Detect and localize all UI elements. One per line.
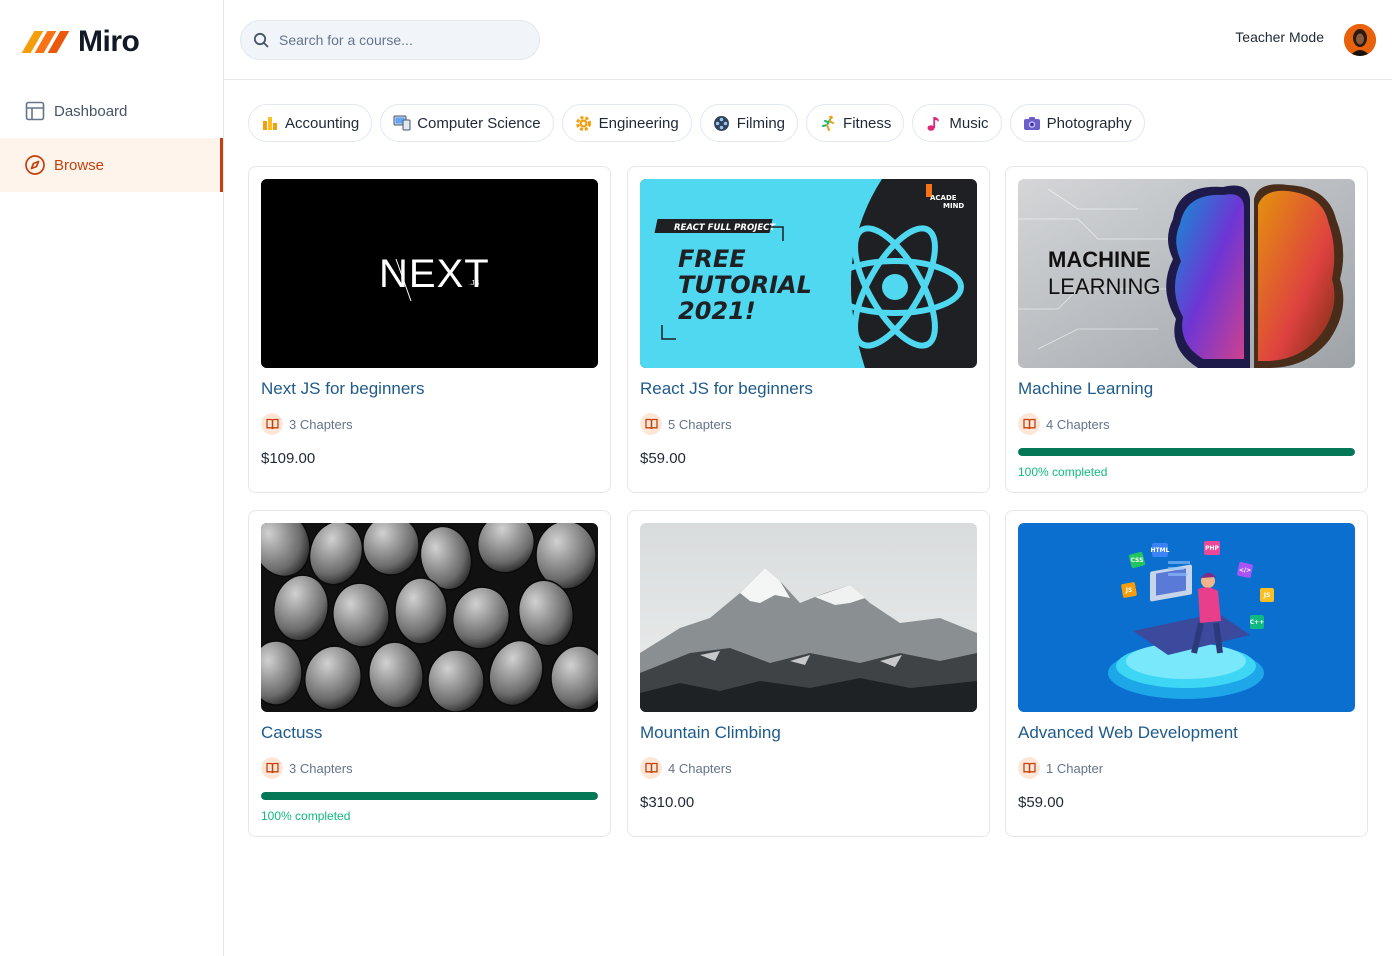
course-price: $59.00 xyxy=(1018,794,1064,811)
category-chip-accounting[interactable]: Accounting xyxy=(248,104,373,142)
book-icon xyxy=(261,757,283,779)
category-label: Fitness xyxy=(843,114,892,132)
course-price: $59.00 xyxy=(640,450,686,467)
book-icon xyxy=(261,413,283,435)
thumb-text: MIND xyxy=(943,202,964,210)
category-chip-filming[interactable]: Filming xyxy=(699,104,799,142)
thumb-text: JS xyxy=(1263,592,1271,599)
thumb-text: .JS xyxy=(469,280,479,287)
course-thumbnail xyxy=(261,523,598,712)
category-label: Photography xyxy=(1046,114,1132,132)
thumb-text: LEARNING xyxy=(1048,274,1160,299)
course-title[interactable]: Machine Learning xyxy=(1018,379,1153,399)
thumb-text: HTML xyxy=(1151,547,1170,554)
course-card[interactable]: REACT FULL PROJECT FREE TUTORIAL 2021! A… xyxy=(627,166,990,493)
chapter-count: 4 Chapters xyxy=(640,757,732,779)
category-chip-engineering[interactable]: Engineering xyxy=(561,104,692,142)
thumb-text: 2021! xyxy=(678,297,756,325)
category-label: Accounting xyxy=(285,114,360,132)
thumb-text: PHP xyxy=(1205,545,1219,552)
chapter-count-text: 1 Chapter xyxy=(1046,760,1104,776)
runner-icon xyxy=(819,114,837,132)
search-icon xyxy=(253,31,271,49)
sidebar-item-dashboard[interactable]: Dashboard xyxy=(0,84,223,138)
film-reel-icon xyxy=(713,114,731,132)
camera-icon xyxy=(1023,114,1041,132)
avatar[interactable] xyxy=(1344,24,1376,56)
chapter-count: 1 Chapter xyxy=(1018,757,1103,779)
logo-text: Miro xyxy=(78,25,140,58)
progress-label: 100% completed xyxy=(1018,465,1108,479)
book-icon xyxy=(640,757,662,779)
course-card[interactable]: NEXT .JS Next JS for beginners 3 Chapter… xyxy=(248,166,611,493)
sidebar: Miro Dashboard Browse xyxy=(0,0,224,956)
logo[interactable]: Miro xyxy=(21,25,140,58)
course-thumbnail: REACT FULL PROJECT FREE TUTORIAL 2021! A… xyxy=(640,179,977,368)
progress-bar xyxy=(1018,448,1355,456)
book-icon xyxy=(640,413,662,435)
category-label: Music xyxy=(949,114,989,132)
thumb-text: ACADE xyxy=(930,194,957,202)
category-chip-photography[interactable]: Photography xyxy=(1009,104,1145,142)
course-card[interactable]: Mountain Climbing 4 Chapters $310.00 xyxy=(627,510,990,837)
course-card[interactable]: MACHINE LEARNING Machine Learning 4 Chap… xyxy=(1005,166,1368,493)
search-box[interactable] xyxy=(240,20,540,60)
thumb-text: FREE xyxy=(678,245,746,273)
sidebar-item-label: Dashboard xyxy=(54,102,128,120)
course-thumbnail: NEXT .JS xyxy=(261,179,598,368)
course-thumbnail: MACHINE LEARNING xyxy=(1018,179,1355,368)
book-icon xyxy=(1018,413,1040,435)
thumb-text: </> xyxy=(1239,567,1251,574)
bar-chart-icon xyxy=(261,114,279,132)
course-thumbnail: CSS HTML JS PHP </> C++ JS xyxy=(1018,523,1355,712)
category-label: Filming xyxy=(736,114,786,132)
sidebar-item-browse[interactable]: Browse xyxy=(0,138,223,192)
thumb-text: TUTORIAL xyxy=(678,271,812,299)
sidebar-item-label: Browse xyxy=(54,156,105,174)
chapter-count: 4 Chapters xyxy=(1018,413,1110,435)
book-icon xyxy=(1018,757,1040,779)
chapter-count: 5 Chapters xyxy=(640,413,732,435)
course-title[interactable]: React JS for beginners xyxy=(640,379,813,399)
progress-label: 100% completed xyxy=(261,809,351,823)
course-title[interactable]: Cactuss xyxy=(261,723,322,743)
chapter-count-text: 3 Chapters xyxy=(289,416,353,432)
course-title[interactable]: Mountain Climbing xyxy=(640,723,781,743)
search-input[interactable] xyxy=(279,32,519,48)
thumb-text: MACHINE xyxy=(1048,247,1151,272)
course-card[interactable]: CSS HTML JS PHP </> C++ JS Advanced Web … xyxy=(1005,510,1368,837)
category-filter: Accounting Computer Science Engineering … xyxy=(248,104,1145,142)
progress-bar xyxy=(261,792,598,800)
course-title[interactable]: Advanced Web Development xyxy=(1018,723,1238,743)
thumb-text: CSS xyxy=(1131,557,1144,564)
chapter-count: 3 Chapters xyxy=(261,757,353,779)
thumb-text: REACT FULL PROJECT xyxy=(674,223,776,233)
teacher-mode-button[interactable]: Teacher Mode xyxy=(1235,29,1324,45)
music-note-icon xyxy=(925,114,943,132)
layout-icon xyxy=(24,100,46,122)
category-chip-music[interactable]: Music xyxy=(912,104,1002,142)
chapter-count: 3 Chapters xyxy=(261,413,353,435)
thumb-text: JS xyxy=(1125,587,1133,594)
thumb-text: NEXT xyxy=(379,252,490,296)
category-chip-computer-science[interactable]: Computer Science xyxy=(380,104,554,142)
chapter-count-text: 4 Chapters xyxy=(668,760,732,776)
compass-icon xyxy=(24,154,46,176)
category-label: Engineering xyxy=(598,114,679,132)
gear-icon xyxy=(575,114,593,132)
top-bar: Teacher Mode xyxy=(224,0,1392,80)
thumb-text: C++ xyxy=(1250,619,1264,626)
computer-icon xyxy=(393,114,411,132)
chapter-count-text: 3 Chapters xyxy=(289,760,353,776)
course-price: $109.00 xyxy=(261,450,316,467)
course-card[interactable]: Cactuss 3 Chapters 100% completed xyxy=(248,510,611,837)
chapter-count-text: 4 Chapters xyxy=(1046,416,1110,432)
category-chip-fitness[interactable]: Fitness xyxy=(806,104,905,142)
logo-mark xyxy=(21,31,74,53)
course-thumbnail xyxy=(640,523,977,712)
category-label: Computer Science xyxy=(417,114,541,132)
course-price: $310.00 xyxy=(640,794,695,811)
course-title[interactable]: Next JS for beginners xyxy=(261,379,424,399)
chapter-count-text: 5 Chapters xyxy=(668,416,732,432)
